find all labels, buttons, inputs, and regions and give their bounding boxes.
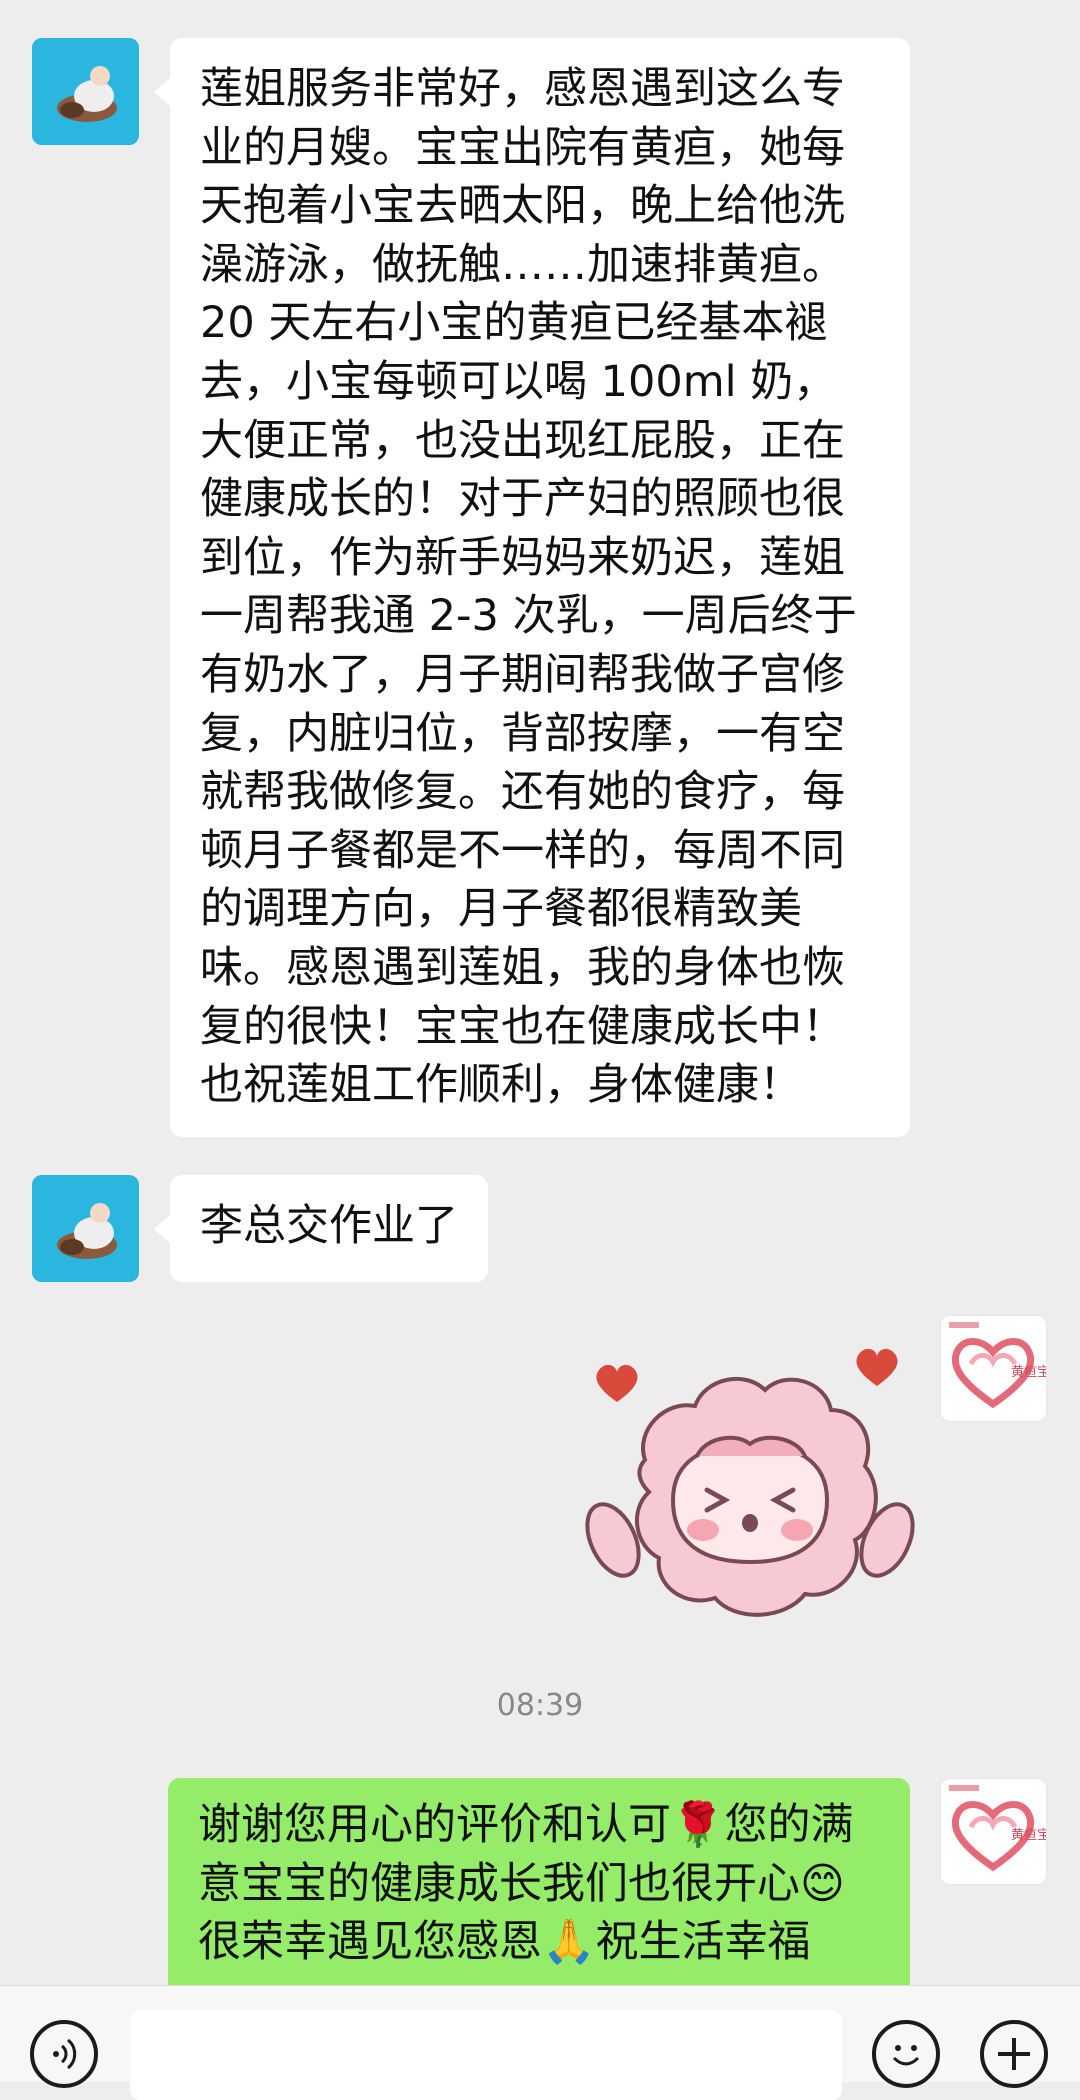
message-bubble[interactable]: 莲姐服务非常好，感恩遇到这么专 业的月嫂。宝宝出院有黄疸，她每 天抱着小宝去晒太… <box>154 38 910 1137</box>
emoji-icon <box>892 2045 920 2066</box>
message-text: 谢谢您用心的评价和认可🌹您的满 意宝宝的健康成长我们也很开心😊 很荣幸遇见您感恩… <box>198 1800 854 1968</box>
avatar-photo-icon <box>32 1175 139 1282</box>
voice-icon <box>53 2038 77 2070</box>
pink-sheep-sticker-icon <box>585 1348 915 1617</box>
message-bubble[interactable]: 谢谢您用心的评价和认可🌹您的满 意宝宝的健康成长我们也很开心😊 很荣幸遇见您感恩… <box>168 1778 910 1985</box>
contact-avatar[interactable] <box>32 38 139 145</box>
message-text: 莲姐服务非常好，感恩遇到这么专 业的月嫂。宝宝出院有黄疸，她每 天抱着小宝去晒太… <box>200 64 857 1111</box>
contact-avatar[interactable] <box>32 1175 139 1282</box>
voice-button[interactable] <box>30 2020 98 2088</box>
emoji-button[interactable] <box>872 2020 940 2088</box>
plus-icon <box>998 2038 1030 2070</box>
my-avatar[interactable]: 黄疸宝贝 <box>940 1778 1047 1885</box>
chat-input-bar <box>0 1985 1080 2100</box>
timestamp: 08:39 <box>496 1688 584 1723</box>
sticker-pink-sheep[interactable] <box>585 1340 915 1630</box>
heart-logo-icon: 黄疸宝贝 <box>949 1322 1046 1409</box>
avatar-photo-icon <box>32 38 139 145</box>
plus-button[interactable] <box>980 2020 1048 2088</box>
message-input[interactable] <box>130 2010 842 2100</box>
heart-logo-icon: 黄疸宝贝 <box>949 1785 1046 1872</box>
message-text: 李总交作业了 <box>200 1201 458 1251</box>
svg-text:黄疸宝贝: 黄疸宝贝 <box>1011 1365 1046 1380</box>
svg-text:黄疸宝贝: 黄疸宝贝 <box>1011 1828 1046 1843</box>
message-bubble[interactable]: 李总交作业了 <box>154 1175 488 1282</box>
my-avatar[interactable]: 黄疸宝贝 <box>940 1315 1047 1422</box>
